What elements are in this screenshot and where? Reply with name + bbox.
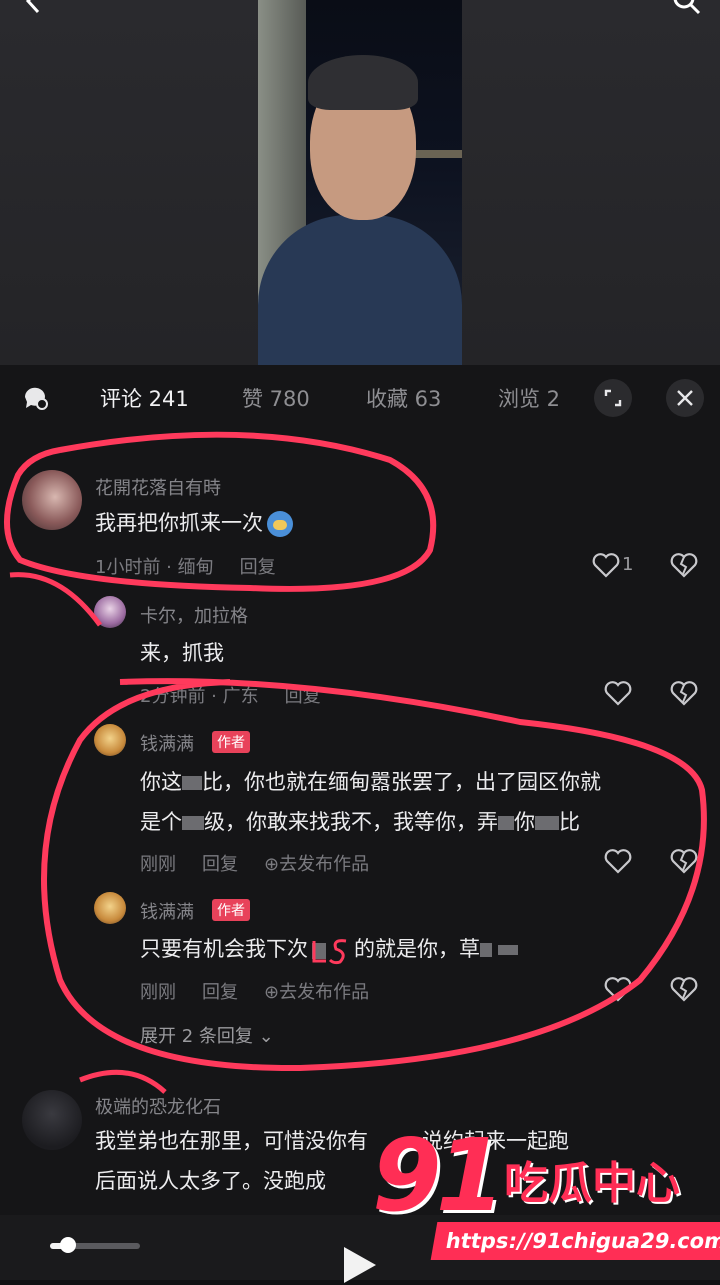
censored-mark (308, 930, 354, 968)
heart-icon[interactable] (604, 680, 632, 706)
comment-meta: 刚刚 回复 ⊕去发布作品 (140, 978, 395, 1004)
chevron-down-icon: ⌄ (252, 1026, 274, 1047)
watermark-url: https://91chigua29.com (430, 1222, 720, 1260)
comment-time: 刚刚 (140, 854, 176, 875)
expand-icon[interactable] (594, 379, 632, 417)
comment-meta: 1小时前 · 缅甸 回复 (95, 553, 302, 579)
author-badge: 作者 (212, 731, 250, 753)
comment-text: 来，抓我 (140, 641, 224, 665)
search-icon[interactable] (672, 0, 702, 16)
video-blur-left (0, 0, 258, 365)
publish-link[interactable]: ⊕去发布作品 (264, 854, 369, 875)
broken-heart-icon[interactable] (670, 848, 698, 874)
comment-time: 2分钟前 · 广东 (140, 686, 259, 707)
avatar[interactable] (94, 596, 126, 628)
reply-button[interactable]: 回复 (240, 557, 276, 578)
like-count: 1 (622, 554, 634, 575)
heart-icon[interactable] (604, 848, 632, 874)
emoji-icon (267, 511, 293, 537)
text-segment: 你 (514, 810, 535, 834)
comment-author[interactable]: 花開花落自有時 (95, 474, 221, 500)
comment-meta: 2分钟前 · 广东 回复 (140, 682, 347, 708)
censored-block (182, 776, 202, 790)
video-person-body (258, 215, 462, 365)
comment-text-line: 只要有机会我下次 的就是你，草 (140, 930, 518, 968)
comment-time: 1小时前 · 缅甸 (95, 557, 214, 578)
text-segment: 级，你敢来找我不，我等你，弄 (204, 810, 498, 834)
comment-settings-icon[interactable] (22, 385, 48, 411)
censored-block (182, 816, 204, 830)
tab-comments[interactable]: 评论 241 (100, 383, 189, 413)
comment-author[interactable]: 钱满满 (140, 898, 194, 924)
text-segment: 是个 (140, 810, 182, 834)
publish-link[interactable]: ⊕去发布作品 (264, 982, 369, 1003)
expand-replies-label: 展开 2 条回复 (140, 1026, 253, 1047)
text-segment: 的就是你，草 (354, 937, 480, 961)
progress-knob[interactable] (60, 1237, 76, 1253)
reply-button[interactable]: 回复 (285, 686, 321, 707)
tab-favorites[interactable]: 收藏 63 (366, 383, 441, 413)
text-segment: 你这 (140, 770, 182, 794)
tab-views[interactable]: 浏览 2 (498, 383, 560, 413)
comment-text-line: 后面说人太多了。没跑成 (95, 1169, 326, 1193)
comment-text-content: 我再把你抓来一次 (95, 511, 263, 535)
comment-text-line: 是个 级，你敢来找我不，我等你，弄你比 (140, 803, 580, 841)
author-badge: 作者 (212, 899, 250, 921)
censored-block (535, 816, 559, 830)
broken-heart-icon[interactable] (670, 976, 698, 1002)
text-segment: 比，你也就在缅甸嚣张罢了，出了园区你就 (202, 770, 601, 794)
tab-bar: 评论 241 赞 780 收藏 63 浏览 2 (0, 365, 720, 429)
comment-author[interactable]: 极端的恐龙化石 (95, 1093, 221, 1119)
close-icon[interactable] (666, 379, 704, 417)
censored-block (498, 816, 514, 830)
comment-author[interactable]: 卡尔，加拉格 (140, 602, 248, 628)
watermark-logo: 91 吃瓜中心 https://91chigua29.com (372, 1117, 720, 1275)
reply-button[interactable]: 回复 (202, 982, 238, 1003)
heart-icon[interactable] (604, 976, 632, 1002)
expand-replies-button[interactable]: 展开 2 条回复 ⌄ (140, 1022, 274, 1048)
video-person-hair (308, 55, 418, 110)
censored-block (480, 943, 492, 957)
avatar[interactable] (94, 724, 126, 756)
watermark-number: 91 (372, 1117, 505, 1234)
tab-likes[interactable]: 赞 780 (242, 383, 310, 413)
comment-meta: 刚刚 回复 ⊕去发布作品 (140, 850, 395, 876)
publish-label: 去发布作品 (279, 982, 370, 1003)
watermark-title: 吃瓜中心 (504, 1158, 680, 1209)
comment-text-line: 你这 比，你也就在缅甸嚣张罢了，出了园区你就 (140, 763, 601, 801)
avatar[interactable] (22, 470, 82, 530)
text-segment: 我堂弟也在那里，可惜没你有 (95, 1129, 368, 1153)
avatar[interactable] (22, 1090, 82, 1150)
heart-icon[interactable] (592, 552, 620, 578)
comment-text: 我再把你抓来一次 (95, 504, 293, 542)
text-segment: 比 (559, 810, 580, 834)
censored-block (498, 945, 518, 955)
video-blur-right (462, 0, 720, 365)
comment-time: 刚刚 (140, 982, 176, 1003)
comment-author[interactable]: 钱满满 (140, 730, 194, 756)
broken-heart-icon[interactable] (670, 680, 698, 706)
back-arrow-icon[interactable] (18, 0, 48, 16)
avatar[interactable] (94, 892, 126, 924)
publish-label: 去发布作品 (279, 854, 370, 875)
broken-heart-icon[interactable] (670, 552, 698, 578)
reply-button[interactable]: 回复 (202, 854, 238, 875)
video-frame (258, 0, 462, 365)
text-segment: 只要有机会我下次 (140, 937, 308, 961)
video-player[interactable] (0, 0, 720, 365)
